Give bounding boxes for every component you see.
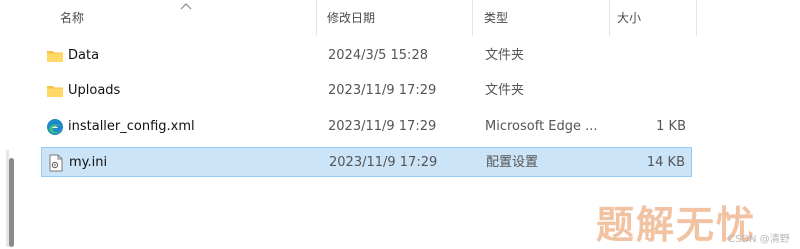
- file-row-installer-config[interactable]: installer_config.xml 2023/11/9 17:29 Mic…: [41, 112, 692, 142]
- file-type: 配置设置: [486, 155, 539, 170]
- file-size: 14 KB: [646, 155, 685, 170]
- file-type: Microsoft Edge ...: [485, 119, 598, 134]
- column-divider[interactable]: [472, 0, 473, 36]
- scrollbar-thumb[interactable]: [9, 158, 14, 247]
- file-type: 文件夹: [485, 48, 525, 63]
- file-row-uploads[interactable]: Uploads 2023/11/9 17:29 文件夹: [41, 76, 692, 106]
- column-divider[interactable]: [696, 0, 697, 36]
- source-watermark: CSDN @清野: [728, 234, 790, 245]
- column-divider[interactable]: [316, 0, 317, 36]
- file-date: 2023/11/9 17:29: [329, 155, 438, 170]
- column-header-size[interactable]: 大小: [617, 0, 641, 36]
- ini-file-icon: [49, 154, 63, 172]
- file-date: 2023/11/9 17:29: [328, 119, 437, 134]
- edge-icon: [47, 119, 63, 135]
- sort-ascending-icon: [180, 3, 192, 10]
- folder-icon: [47, 86, 63, 97]
- file-name: Data: [68, 48, 100, 63]
- file-name: Uploads: [68, 83, 121, 98]
- file-type: 文件夹: [485, 83, 525, 98]
- file-row-my-ini[interactable]: my.ini 2023/11/9 17:29 配置设置 14 KB: [41, 147, 692, 177]
- file-name: installer_config.xml: [68, 119, 195, 134]
- file-size: 1 KB: [656, 119, 686, 134]
- column-header-bar: 名称 修改日期 类型 大小: [40, 0, 697, 36]
- file-date: 2023/11/9 17:29: [328, 83, 437, 98]
- column-header-name[interactable]: 名称: [60, 0, 84, 36]
- folder-icon: [47, 51, 63, 62]
- column-divider[interactable]: [609, 0, 610, 36]
- column-header-date[interactable]: 修改日期: [327, 0, 375, 36]
- file-row-data[interactable]: Data 2024/3/5 15:28 文件夹: [41, 41, 692, 71]
- file-name: my.ini: [69, 155, 108, 170]
- file-date: 2024/3/5 15:28: [328, 48, 428, 63]
- column-header-type[interactable]: 类型: [484, 0, 508, 36]
